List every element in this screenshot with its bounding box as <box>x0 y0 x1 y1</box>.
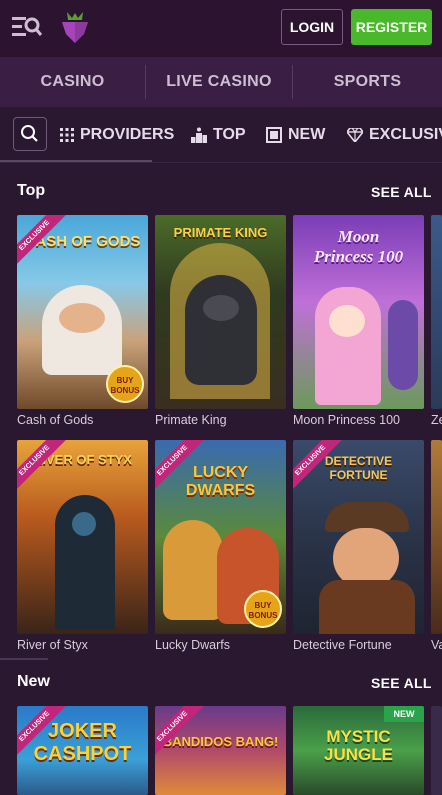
tab-live-casino[interactable]: LIVE CASINO <box>146 57 292 107</box>
game-tile-bandidos-bang[interactable]: BANDIDOS BANG! EXCLUSIVE <box>155 706 286 795</box>
category-new[interactable]: NEW <box>266 125 325 145</box>
face-shape <box>333 528 399 588</box>
face-shape <box>203 295 239 321</box>
top-header: LOGIN REGISTER <box>0 0 442 57</box>
search-button[interactable] <box>13 117 47 151</box>
game-tile-moon-princess-100[interactable]: Moon Princess 100 <box>293 215 424 409</box>
category-label: NEW <box>288 126 326 143</box>
game-tile-primate-king[interactable]: PRIMATE KING <box>155 215 286 409</box>
section-title-top: Top <box>17 182 46 199</box>
category-top[interactable]: TOP <box>191 125 246 145</box>
game-caption[interactable]: Ze <box>431 413 442 427</box>
scroll-indicator <box>0 160 152 162</box>
search-icon <box>21 125 38 142</box>
game-art-title: BANDIDOS BANG! <box>162 734 279 749</box>
game-caption[interactable]: Moon Princess 100 <box>293 413 400 427</box>
tab-sports[interactable]: SPORTS <box>293 57 442 107</box>
category-exclusive[interactable]: EXCLUSIVE <box>347 125 442 145</box>
game-tile-partial[interactable] <box>431 215 442 409</box>
game-art-title: MYSTIC JUNGLE <box>324 727 393 764</box>
buy-bonus-badge: BUY BONUS <box>244 590 282 628</box>
category-label: EXCLUSIVE <box>369 126 442 143</box>
new-badge: NEW <box>384 706 424 722</box>
category-nav: PROVIDERS TOP NEW EXCLUSIVE <box>0 107 442 163</box>
game-tile-mystic-jungle[interactable]: MYSTIC JUNGLE NEW <box>293 706 424 795</box>
game-caption[interactable]: Lucky Dwarfs <box>155 638 230 652</box>
game-caption[interactable]: Va <box>431 638 442 652</box>
game-tile-partial[interactable] <box>431 706 442 795</box>
row-scroll-indicator <box>0 658 48 660</box>
main-nav: CASINO LIVE CASINO SPORTS <box>0 57 442 107</box>
diamond-icon <box>347 128 363 142</box>
game-art-title: LUCKY DWARFS <box>185 464 256 499</box>
game-caption[interactable]: Detective Fortune <box>293 638 392 652</box>
game-tile-joker-cashpot[interactable]: JOKER CASHPOT EXCLUSIVE <box>17 706 148 795</box>
game-art <box>431 215 442 409</box>
section-title-new: New <box>17 673 50 690</box>
game-caption[interactable]: River of Styx <box>17 638 88 652</box>
game-tile-river-of-styx[interactable]: RIVER OF STYX EXCLUSIVE <box>17 440 148 634</box>
game-tile-lucky-dwarfs[interactable]: LUCKY DWARFS EXCLUSIVE BUY BONUS <box>155 440 286 634</box>
new-box-icon <box>266 127 282 143</box>
game-art <box>431 706 442 795</box>
buy-bonus-badge: BUY BONUS <box>106 365 144 403</box>
game-tile-partial[interactable] <box>431 440 442 634</box>
tab-casino[interactable]: CASINO <box>0 57 145 107</box>
login-button[interactable]: LOGIN <box>281 9 343 45</box>
grid-icon <box>60 128 74 142</box>
category-providers[interactable]: PROVIDERS <box>60 125 174 145</box>
face-shape <box>329 305 365 337</box>
brand-logo[interactable] <box>58 10 92 44</box>
game-tile-cash-of-gods[interactable]: CASH OF GODS EXCLUSIVE BUY BONUS <box>17 215 148 409</box>
gorilla-figure <box>185 275 257 385</box>
face-shape <box>72 512 96 536</box>
podium-icon <box>191 127 207 143</box>
game-tile-detective-fortune[interactable]: DETECTIVE FORTUNE EXCLUSIVE <box>293 440 424 634</box>
see-all-new-link[interactable]: SEE ALL <box>371 675 432 691</box>
category-label: TOP <box>213 126 246 143</box>
side-character <box>388 300 418 390</box>
game-caption[interactable]: Primate King <box>155 413 227 427</box>
game-art-title: PRIMATE KING <box>173 225 268 240</box>
register-button[interactable]: REGISTER <box>351 9 432 45</box>
game-art <box>431 440 442 634</box>
face-shape <box>59 303 105 333</box>
see-all-top-link[interactable]: SEE ALL <box>371 184 432 200</box>
detective-coat <box>319 580 415 634</box>
game-art-title: Moon Princess 100 <box>313 227 404 266</box>
dwarf-figure-left <box>163 520 223 620</box>
category-label: PROVIDERS <box>80 126 175 143</box>
game-caption[interactable]: Cash of Gods <box>17 413 93 427</box>
menu-search-icon[interactable] <box>12 14 43 40</box>
